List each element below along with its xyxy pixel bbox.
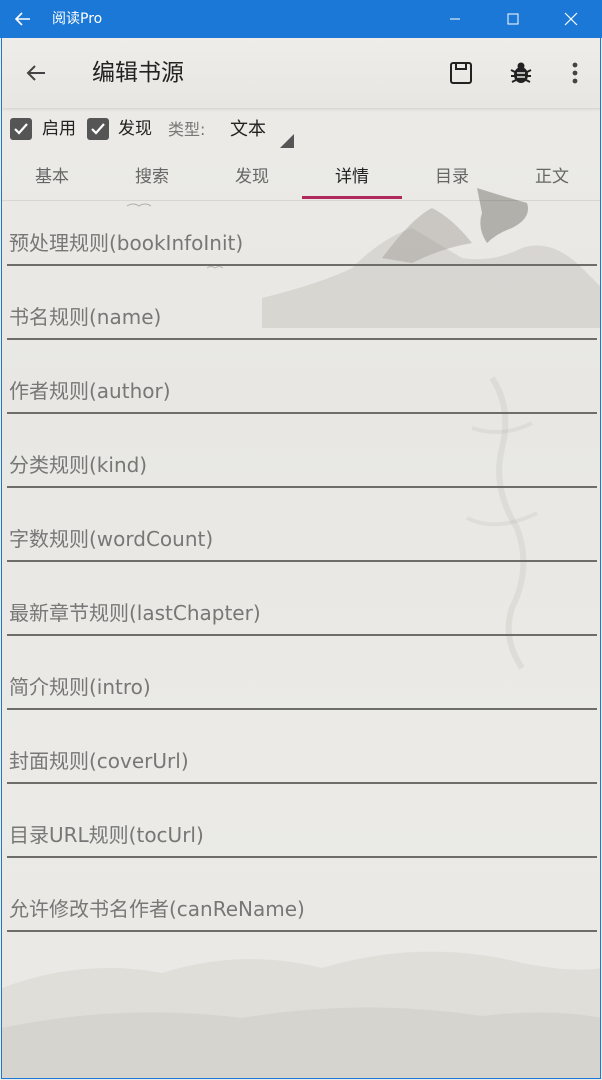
check-icon bbox=[14, 123, 28, 135]
intro-rule-input[interactable] bbox=[7, 668, 597, 706]
page-title: 编辑书源 bbox=[92, 60, 184, 86]
tab-details[interactable]: 详情 bbox=[302, 154, 402, 200]
back-button[interactable] bbox=[24, 61, 48, 85]
tab-search[interactable]: 搜索 bbox=[102, 154, 202, 200]
dropdown-triangle-icon bbox=[280, 134, 294, 148]
minimize-icon bbox=[450, 18, 460, 20]
options-row: 启用 发现 类型: 文本 bbox=[2, 110, 600, 152]
app-window: 编辑书源 启用 发现 类型: 文本 基本 搜索 发现 详情 目录 正文 预处理规… bbox=[1, 38, 601, 1079]
maximize-icon bbox=[507, 13, 519, 25]
save-icon bbox=[450, 62, 472, 84]
field-author bbox=[7, 372, 597, 414]
tab-toc[interactable]: 目录 bbox=[402, 154, 502, 200]
field-intro bbox=[7, 668, 597, 710]
field-word-count bbox=[7, 520, 597, 562]
maximize-button[interactable] bbox=[484, 0, 542, 38]
discover-label[interactable]: 发现 bbox=[118, 118, 152, 140]
tab-content[interactable]: 正文 bbox=[502, 154, 600, 200]
cover-url-rule-input[interactable] bbox=[7, 742, 597, 780]
toc-url-rule-input[interactable] bbox=[7, 816, 597, 854]
arrow-left-icon bbox=[26, 65, 45, 81]
type-label: 类型: bbox=[168, 120, 206, 139]
last-chapter-rule-input[interactable] bbox=[7, 594, 597, 632]
discover-checkbox[interactable] bbox=[87, 118, 109, 140]
save-button[interactable] bbox=[448, 60, 474, 86]
close-icon bbox=[564, 12, 578, 26]
window-title: 阅读Pro bbox=[52, 11, 103, 27]
type-select[interactable]: 文本 bbox=[218, 110, 294, 150]
name-rule-input[interactable] bbox=[7, 298, 597, 336]
minimize-button[interactable] bbox=[426, 0, 484, 38]
more-vert-icon bbox=[572, 62, 578, 84]
book-info-init-input[interactable] bbox=[7, 224, 597, 262]
debug-button[interactable] bbox=[508, 60, 534, 86]
enable-label[interactable]: 启用 bbox=[42, 118, 76, 140]
type-select-value: 文本 bbox=[230, 119, 266, 140]
app-toolbar: 编辑书源 bbox=[2, 38, 600, 108]
window-title-bar: 阅读Pro bbox=[0, 0, 602, 38]
check-icon bbox=[91, 123, 105, 135]
word-count-rule-input[interactable] bbox=[7, 520, 597, 558]
field-last-chapter bbox=[7, 594, 597, 636]
window-back-icon[interactable] bbox=[12, 8, 34, 30]
author-rule-input[interactable] bbox=[7, 372, 597, 410]
bug-icon bbox=[510, 62, 532, 83]
field-cover-url bbox=[7, 742, 597, 784]
field-toc-url bbox=[7, 816, 597, 858]
tab-discover[interactable]: 发现 bbox=[202, 154, 302, 200]
field-can-rename bbox=[7, 890, 597, 932]
field-kind bbox=[7, 446, 597, 488]
tab-bar: 基本 搜索 发现 详情 目录 正文 bbox=[2, 154, 600, 201]
can-rename-rule-input[interactable] bbox=[7, 890, 597, 928]
field-book-info-init bbox=[7, 224, 597, 266]
kind-rule-input[interactable] bbox=[7, 446, 597, 484]
active-tab-indicator bbox=[302, 196, 402, 199]
more-button[interactable] bbox=[562, 60, 588, 86]
tab-basic[interactable]: 基本 bbox=[2, 154, 102, 200]
enable-checkbox[interactable] bbox=[10, 118, 32, 140]
field-name bbox=[7, 298, 597, 340]
close-button[interactable] bbox=[542, 0, 600, 38]
